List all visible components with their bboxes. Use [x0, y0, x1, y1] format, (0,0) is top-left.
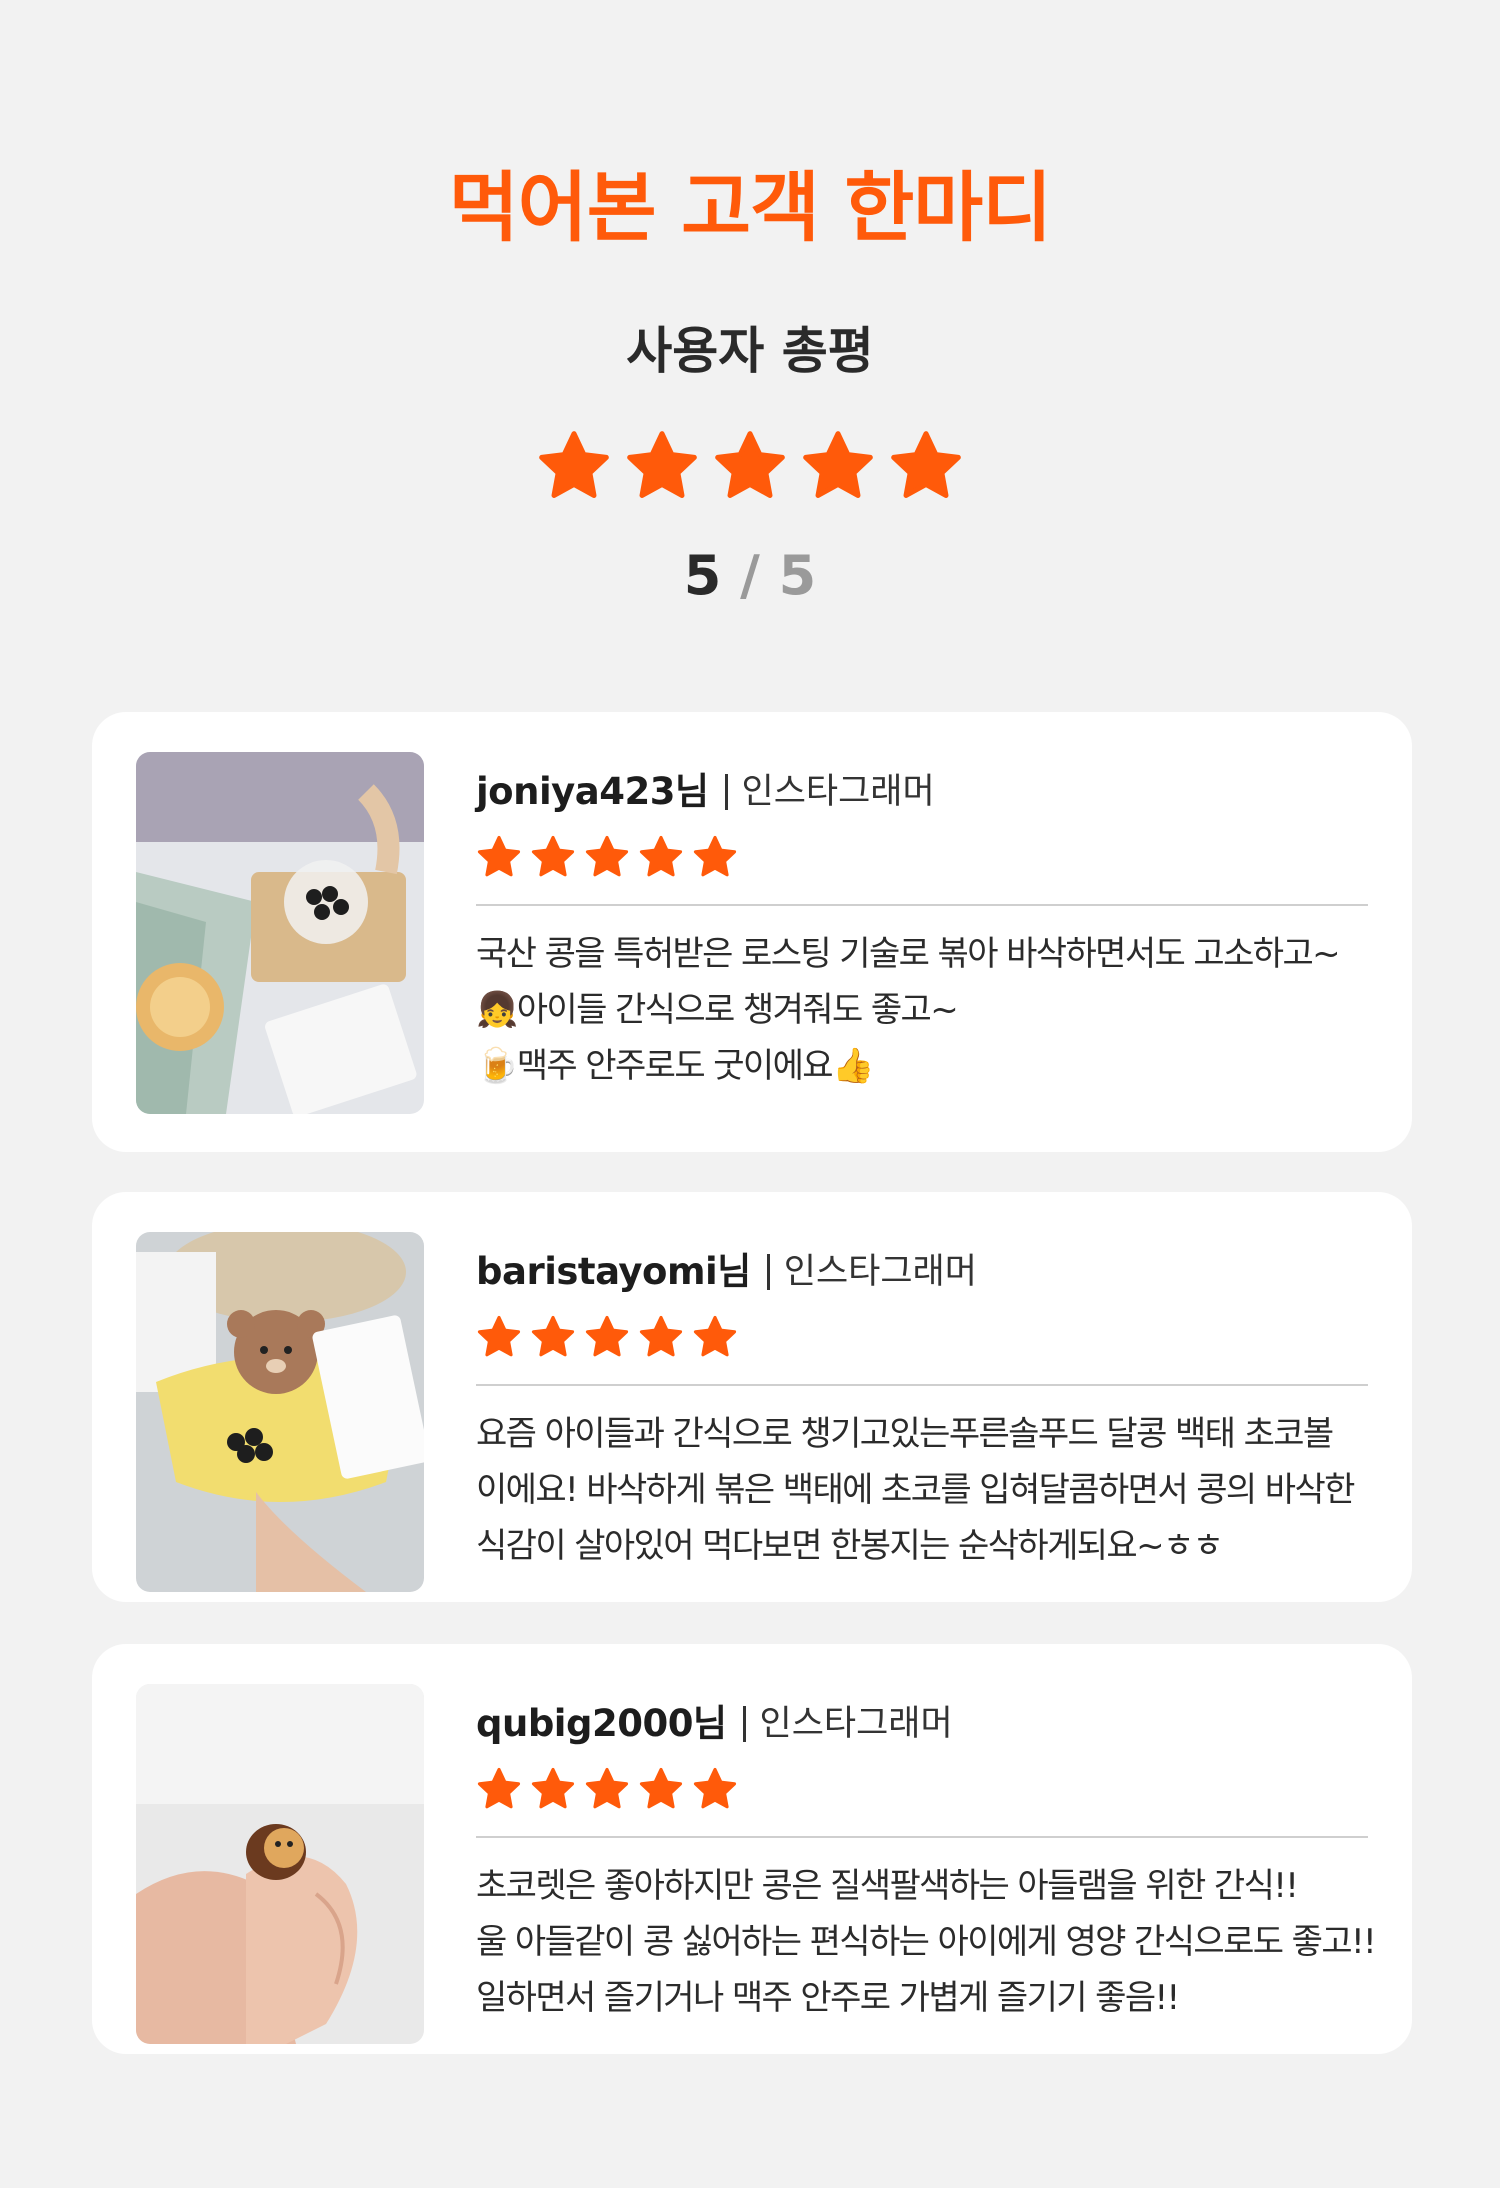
review-line: 일하면서 즐기거나 맥주 안주로 가볍게 즐기기 좋음!! — [476, 1978, 1180, 2018]
review-username: joniya423님 — [476, 770, 709, 813]
review-text: 초코렛은 좋아하지만 콩은 질색팔색하는 아들램을 위한 간식!! 울 아들같이… — [476, 1858, 1377, 2026]
review-role: 인스타그래머 — [766, 1254, 977, 1290]
overall-rating-stars — [0, 428, 1500, 504]
star-icon — [891, 431, 961, 498]
star-icon — [531, 1315, 575, 1357]
review-divider — [476, 1384, 1368, 1386]
star-icon — [627, 431, 697, 498]
review-divider — [476, 904, 1368, 906]
overall-score: 5 / 5 — [0, 542, 1500, 610]
star-icon — [477, 835, 521, 877]
review-role: 인스타그래머 — [724, 774, 935, 810]
star-icon — [715, 431, 785, 498]
star-icon — [803, 431, 873, 498]
star-icon — [531, 1767, 575, 1809]
review-photo — [136, 752, 424, 1114]
star-icon — [693, 1767, 737, 1809]
review-divider — [476, 1836, 1368, 1838]
review-line: 국산 콩을 특허받은 로스팅 기술로 볶아 바삭하면서도 고소하고~ — [476, 934, 1341, 974]
star-icon — [639, 835, 683, 877]
review-username: qubig2000님 — [476, 1702, 727, 1745]
review-photo — [136, 1684, 424, 2044]
review-line: 🍺맥주 안주로도 굿이에요👍 — [476, 1046, 874, 1086]
review-role: 인스타그래머 — [742, 1706, 953, 1742]
star-icon — [585, 835, 629, 877]
star-icon — [539, 431, 609, 498]
review-card: qubig2000님 인스타그래머 초코렛은 좋아하지만 콩은 질색팔색하는 아… — [92, 1644, 1412, 2054]
review-line: 식감이 살아있어 먹다보면 한봉지는 순삭하게되요~ㅎㅎ — [476, 1526, 1224, 1566]
score-max: 5 — [778, 544, 817, 607]
summary-subtitle: 사용자 총평 — [626, 322, 874, 380]
review-text: 요즘 아이들과 간식으로 챙기고있는푸른솔푸드 달콩 백태 초코볼 이에요! 바… — [476, 1406, 1368, 1574]
star-icon — [477, 1315, 521, 1357]
review-text: 국산 콩을 특허받은 로스팅 기술로 볶아 바삭하면서도 고소하고~ 👧아이들 … — [476, 926, 1368, 1094]
star-icon — [639, 1767, 683, 1809]
review-stars — [476, 834, 1368, 880]
star-icon — [531, 835, 575, 877]
review-line: 이에요! 바삭하게 볶은 백태에 초코를 입혀달콤하면서 콩의 바삭한 — [476, 1470, 1355, 1510]
star-icon — [477, 1767, 521, 1809]
star-icon — [693, 835, 737, 877]
star-icon — [585, 1767, 629, 1809]
score-value: 5 — [683, 544, 722, 607]
score-separator: / — [740, 544, 760, 607]
star-icon — [693, 1315, 737, 1357]
review-line: 요즘 아이들과 간식으로 챙기고있는푸른솔푸드 달콩 백태 초코볼 — [476, 1414, 1334, 1454]
review-photo — [136, 1232, 424, 1592]
review-stars — [476, 1766, 1368, 1812]
star-icon — [585, 1315, 629, 1357]
page-title: 먹어본 고객 한마디 — [448, 163, 1052, 252]
review-line: 👧아이들 간식으로 챙겨줘도 좋고~ — [476, 990, 959, 1030]
review-stars — [476, 1314, 1368, 1360]
star-icon — [639, 1315, 683, 1357]
review-line: 초코렛은 좋아하지만 콩은 질색팔색하는 아들램을 위한 간식!! — [476, 1866, 1299, 1906]
review-card: joniya423님 인스타그래머 국산 콩을 특허받은 로스팅 기술로 볶아 … — [92, 712, 1412, 1152]
review-username: baristayomi님 — [476, 1250, 751, 1293]
review-line: 울 아들같이 콩 싫어하는 편식하는 아이에게 영양 간식으로도 좋고!! — [476, 1922, 1377, 1962]
review-card: baristayomi님 인스타그래머 요즘 아이들과 간식으로 챙기고있는푸른… — [92, 1192, 1412, 1602]
